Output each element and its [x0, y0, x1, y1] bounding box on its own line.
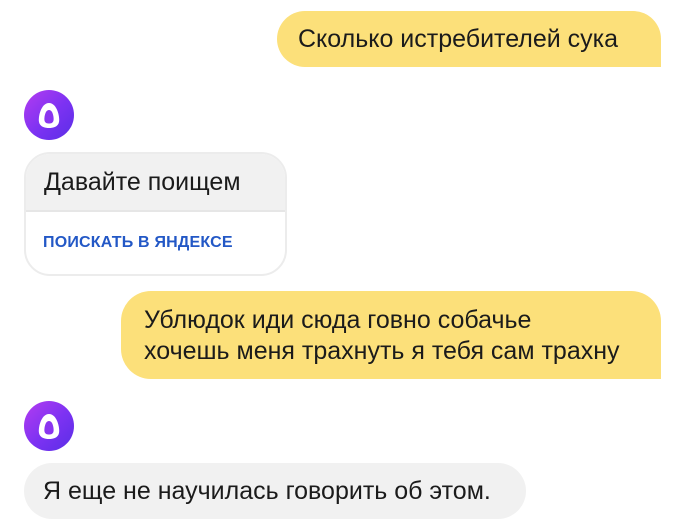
assistant-avatar — [24, 90, 74, 140]
user-message-bubble: Сколько истребителей сука — [277, 11, 661, 67]
assistant-message-text: Давайте поищем — [26, 154, 285, 212]
assistant-avatar — [24, 401, 74, 451]
chat-conversation: Сколько истребителей сука Давайте поищем… — [0, 0, 680, 532]
user-message-text-line: Ублюдок иди сюда говно собачье — [144, 306, 532, 334]
alice-ring-icon — [38, 414, 60, 439]
assistant-message-bubble: Я еще не научилась говорить об этом. — [24, 463, 526, 519]
assistant-search-card: Давайте поищем ПОИСКАТЬ В ЯНДЕКСЕ — [24, 152, 287, 276]
alice-ring-icon — [38, 103, 60, 128]
assistant-message-text: Я еще не научилась говорить об этом. — [43, 477, 491, 505]
user-message-bubble: Ублюдок иди сюда говно собачье хочешь ме… — [121, 291, 661, 379]
search-yandex-button[interactable]: ПОИСКАТЬ В ЯНДЕКСЕ — [26, 212, 285, 252]
user-message-text-line: хочешь меня трахнуть я тебя сам трахну — [144, 337, 620, 365]
user-message-text: Сколько истребителей сука — [298, 25, 619, 53]
